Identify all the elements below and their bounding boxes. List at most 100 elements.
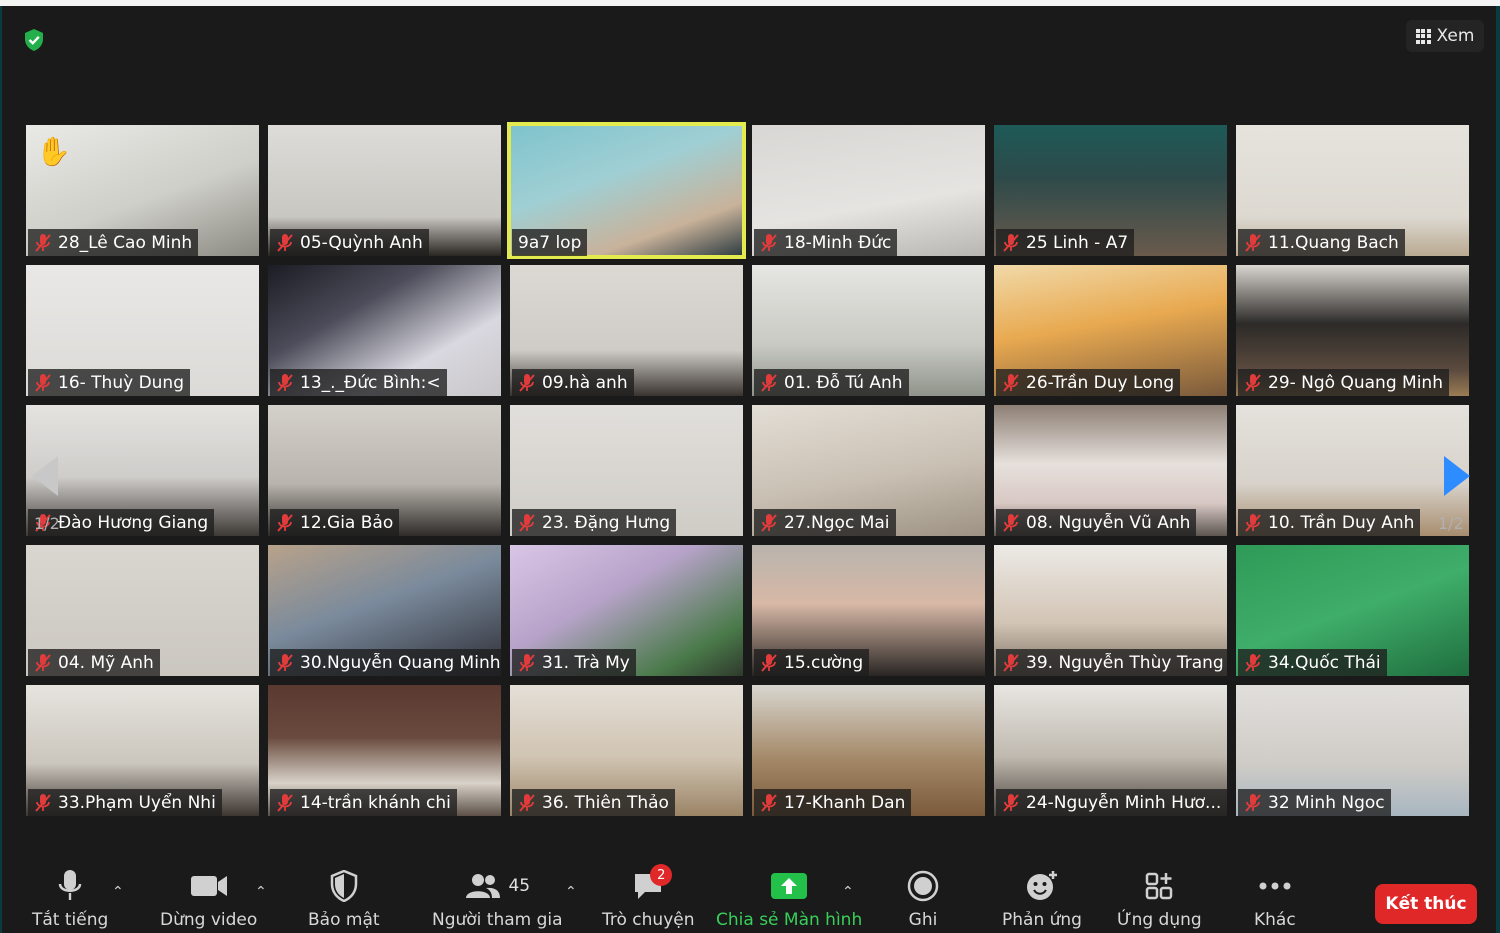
security-label: Bảo mật	[308, 910, 380, 930]
video-tile[interactable]: 04. Mỹ Anh	[26, 545, 259, 676]
video-tile[interactable]: 36. Thiên Thảo	[510, 685, 743, 816]
participant-name-label: 39. Nguyễn Thùy Trang	[996, 649, 1227, 676]
end-meeting-button[interactable]: Kết thúc	[1375, 884, 1477, 924]
participant-name-label: 15.cường	[754, 649, 870, 676]
muted-mic-icon	[1245, 653, 1261, 672]
participant-name: 11.Quang Bach	[1268, 232, 1399, 253]
video-tile[interactable]: 11.Quang Bach	[1236, 125, 1469, 256]
participant-name: 24-Nguyễn Minh Hươ...	[1026, 792, 1222, 813]
participant-name-label: 12.Gia Bảo	[270, 509, 400, 536]
video-tile[interactable]: 09.hà anh	[510, 265, 743, 396]
prev-page-arrow-icon[interactable]	[32, 456, 58, 496]
apps-button[interactable]: Ứng dụng	[1117, 868, 1202, 930]
participant-name: 36. Thiên Thảo	[542, 792, 669, 813]
muted-mic-icon	[519, 513, 535, 532]
video-tile[interactable]: 15.cường	[752, 545, 985, 676]
participant-name-label: 09.hà anh	[512, 369, 634, 396]
share-options-chevron-up-icon[interactable]: ⌃	[842, 884, 854, 900]
participant-name: 27.Ngọc Mai	[784, 512, 890, 533]
video-tile[interactable]: 33.Phạm Uyển Nhi	[26, 685, 259, 816]
muted-mic-icon	[1003, 513, 1019, 532]
video-tile[interactable]: 14-trần khánh chi	[268, 685, 501, 816]
share-screen-button[interactable]: Chia sẻ Màn hình	[716, 868, 862, 930]
participant-name-label: 13_._Đức Bình:<	[270, 369, 447, 396]
video-tile[interactable]: 17-Khanh Dan	[752, 685, 985, 816]
reactions-button[interactable]: Phản ứng	[1002, 868, 1082, 930]
video-tile[interactable]: 27.Ngọc Mai	[752, 405, 985, 536]
more-dots-icon	[1259, 882, 1291, 890]
video-tile[interactable]: 16- Thuỳ Dung	[26, 265, 259, 396]
participant-name: 39. Nguyễn Thùy Trang	[1026, 652, 1224, 673]
chat-label: Trò chuyện	[602, 910, 695, 930]
participant-name-label: 24-Nguyễn Minh Hươ...	[996, 789, 1227, 816]
mute-button[interactable]: Tắt tiếng	[32, 868, 108, 930]
stop-video-button[interactable]: Dừng video	[160, 868, 257, 930]
participant-name-label: 25 Linh - A7	[996, 229, 1135, 256]
participant-name: 15.cường	[784, 652, 864, 673]
muted-mic-icon	[519, 373, 535, 392]
participant-name-label: 18-Minh Đức	[754, 229, 898, 256]
video-tile[interactable]: 01. Đỗ Tú Anh	[752, 265, 985, 396]
participants-count: 45	[508, 876, 531, 896]
video-tile[interactable]: Đào Hương Giang	[26, 405, 259, 536]
more-label: Khác	[1254, 910, 1296, 930]
muted-mic-icon	[277, 513, 293, 532]
security-button[interactable]: Bảo mật	[308, 868, 380, 930]
video-tile[interactable]: 12.Gia Bảo	[268, 405, 501, 536]
gallery-grid-icon	[1415, 28, 1431, 44]
participant-name-label: 01. Đỗ Tú Anh	[754, 369, 909, 396]
mute-options-chevron-up-icon[interactable]: ⌃	[112, 884, 124, 900]
video-tile[interactable]: 26-Trần Duy Long	[994, 265, 1227, 396]
participant-name-label: 9a7 lop	[512, 229, 588, 256]
record-button[interactable]: Ghi	[907, 868, 939, 930]
video-tile[interactable]: 39. Nguyễn Thùy Trang	[994, 545, 1227, 676]
participant-name: 26-Trần Duy Long	[1026, 372, 1175, 393]
muted-mic-icon	[1245, 513, 1261, 532]
participant-name: 28_Lê Cao Minh	[58, 232, 193, 253]
chat-button[interactable]: 2 Trò chuyện	[602, 864, 695, 930]
page-indicator-left: 1/2	[34, 514, 60, 533]
participant-name: Đào Hương Giang	[58, 512, 209, 533]
video-tile[interactable]: 13_._Đức Bình:<	[268, 265, 501, 396]
encryption-shield-icon[interactable]	[22, 28, 46, 52]
next-page-arrow-icon[interactable]	[1444, 456, 1470, 496]
muted-mic-icon	[35, 373, 51, 392]
participants-button[interactable]: 45 Người tham gia	[432, 868, 563, 930]
video-tile[interactable]: 31. Trà My	[510, 545, 743, 676]
video-tile[interactable]: 25 Linh - A7	[994, 125, 1227, 256]
video-options-chevron-up-icon[interactable]: ⌃	[255, 884, 267, 900]
participant-name: 04. Mỹ Anh	[58, 652, 154, 673]
participant-name-label: 10. Trần Duy Anh	[1238, 509, 1421, 536]
video-tile[interactable]: 08. Nguyễn Vũ Anh	[994, 405, 1227, 536]
view-button[interactable]: Xem	[1406, 20, 1484, 52]
video-tile[interactable]: 05-Quỳnh Anh	[268, 125, 501, 256]
security-shield-icon	[330, 870, 358, 902]
video-tile[interactable]: 29- Ngô Quang Minh	[1236, 265, 1469, 396]
participant-name-label: 30.Nguyễn Quang Minh	[270, 649, 501, 676]
video-tile[interactable]: 32 Minh Ngoc	[1236, 685, 1469, 816]
muted-mic-icon	[35, 653, 51, 672]
participant-name-label: 23. Đặng Hưng	[512, 509, 677, 536]
apps-label: Ứng dụng	[1117, 910, 1202, 930]
mute-label: Tắt tiếng	[32, 910, 109, 930]
participant-name: 29- Ngô Quang Minh	[1268, 372, 1443, 393]
muted-mic-icon	[1003, 793, 1019, 812]
share-screen-arrow-icon	[771, 873, 808, 899]
video-tile[interactable]: ✋ 28_Lê Cao Minh	[26, 125, 259, 256]
reaction-smiley-icon	[1026, 871, 1057, 900]
video-tile[interactable]: 24-Nguyễn Minh Hươ...	[994, 685, 1227, 816]
participants-options-chevron-up-icon[interactable]: ⌃	[565, 884, 577, 900]
participant-name: 13_._Đức Bình:<	[300, 372, 441, 393]
participant-name-label: 32 Minh Ngoc	[1238, 789, 1391, 816]
video-tile[interactable]: 30.Nguyễn Quang Minh	[268, 545, 501, 676]
participant-name: 12.Gia Bảo	[300, 512, 394, 533]
more-button[interactable]: Khác	[1254, 868, 1296, 930]
participant-name: 05-Quỳnh Anh	[300, 232, 423, 253]
muted-mic-icon	[761, 653, 777, 672]
video-tile[interactable]: 34.Quốc Thái	[1236, 545, 1469, 676]
participant-name-label: 26-Trần Duy Long	[996, 369, 1181, 396]
video-tile[interactable]: 18-Minh Đức	[752, 125, 985, 256]
video-tile[interactable]: 9a7 lop	[507, 122, 746, 259]
video-tile[interactable]: 10. Trần Duy Anh	[1236, 405, 1469, 536]
video-tile[interactable]: 23. Đặng Hưng	[510, 405, 743, 536]
